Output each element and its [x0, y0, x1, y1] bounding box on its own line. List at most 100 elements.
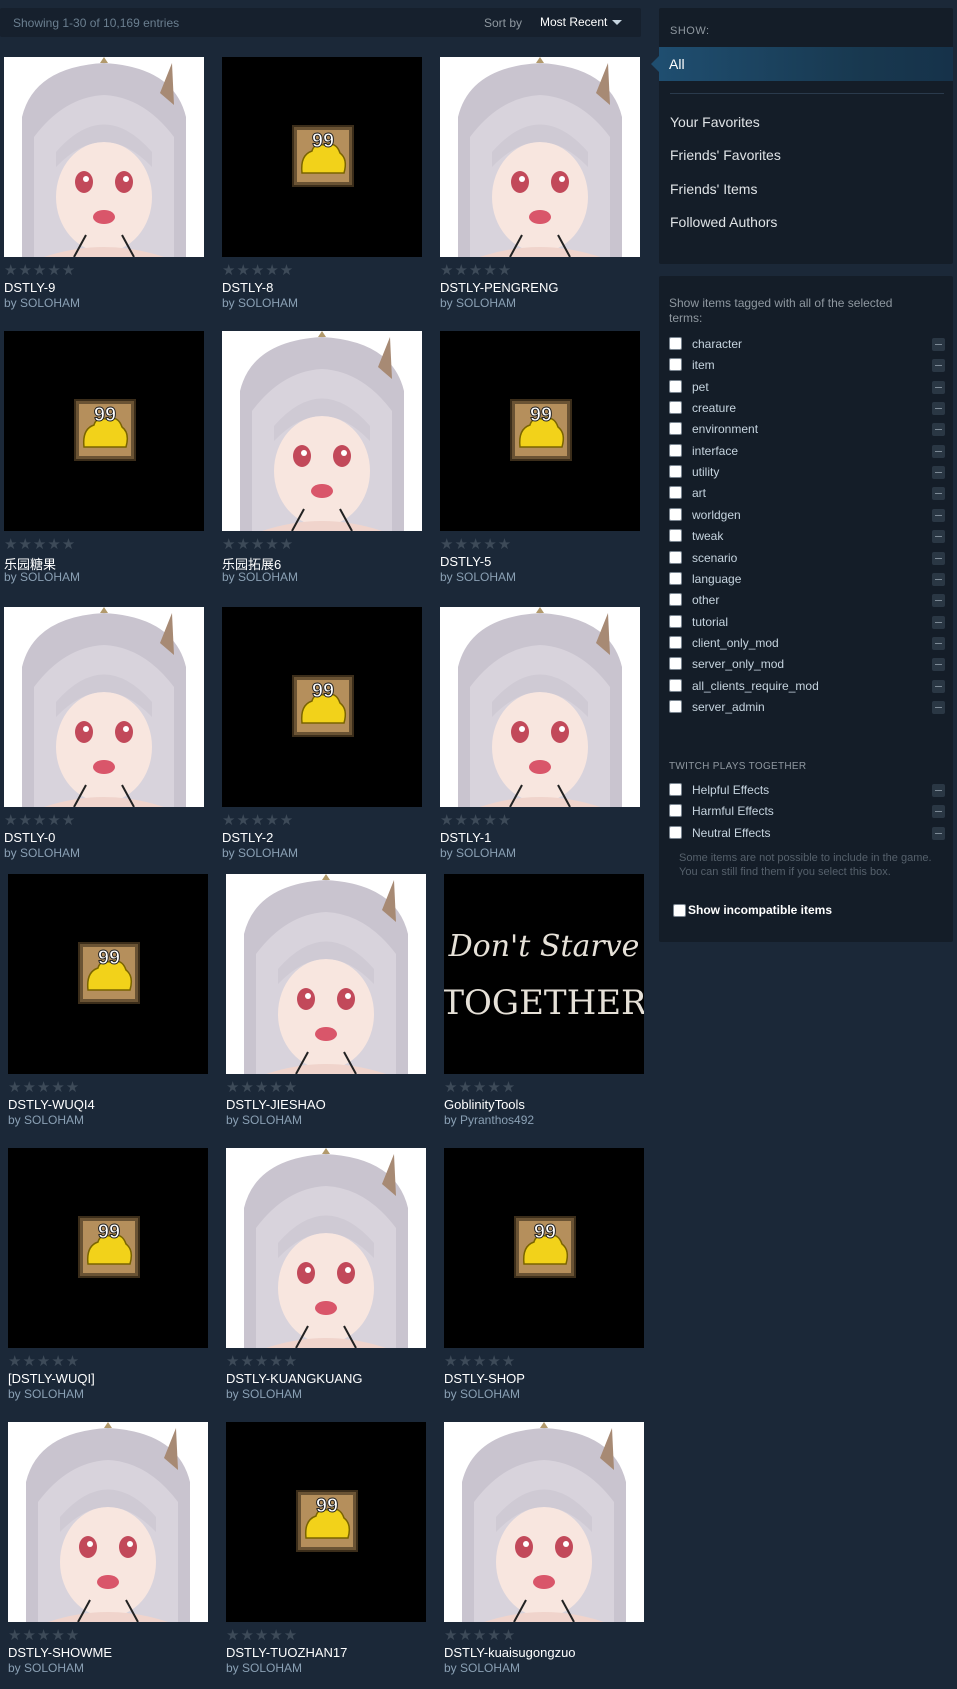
exclude-tag-icon[interactable]: [932, 380, 945, 394]
item-title[interactable]: DSTLY-8: [222, 280, 273, 295]
item-title[interactable]: [DSTLY-WUQI]: [8, 1371, 95, 1386]
item-thumbnail[interactable]: 99: [222, 57, 422, 257]
item-thumbnail[interactable]: 99: [226, 1422, 426, 1622]
exclude-tag-icon[interactable]: [932, 423, 945, 437]
workshop-item[interactable]: ★★★★★ DSTLY-SHOWME by SOLOHAM: [4, 1422, 214, 1687]
exclude-tag-icon[interactable]: [932, 679, 945, 693]
tag-label[interactable]: art: [692, 486, 706, 500]
exclude-tag-icon[interactable]: [932, 530, 945, 544]
workshop-item[interactable]: 99 ★★★★★ DSTLY-8 by SOLOHAM: [218, 57, 428, 322]
item-author[interactable]: by SOLOHAM: [8, 1113, 84, 1127]
workshop-item[interactable]: 99 ★★★★★ DSTLY-WUQI4 by SOLOHAM: [4, 874, 214, 1139]
filter-friends-favorites[interactable]: Friends' Favorites: [670, 147, 781, 163]
item-thumbnail[interactable]: 99: [8, 874, 208, 1074]
tag-checkbox[interactable]: [669, 825, 682, 839]
tag-filter-server-admin[interactable]: server_admin: [669, 697, 945, 717]
workshop-item[interactable]: ★★★★★ DSTLY-KUANGKUANG by SOLOHAM: [222, 1148, 432, 1413]
item-author[interactable]: by SOLOHAM: [226, 1113, 302, 1127]
exclude-tag-icon[interactable]: [932, 444, 945, 458]
workshop-item[interactable]: 99 ★★★★★ DSTLY-SHOP by SOLOHAM: [440, 1148, 650, 1413]
tag-label[interactable]: Helpful Effects: [692, 783, 769, 797]
tag-filter-character[interactable]: character: [669, 334, 945, 354]
tag-checkbox[interactable]: [669, 358, 682, 372]
item-author[interactable]: by SOLOHAM: [440, 296, 516, 310]
tag-checkbox[interactable]: [669, 337, 682, 350]
tag-label[interactable]: creature: [692, 401, 736, 415]
item-author[interactable]: by SOLOHAM: [8, 1387, 84, 1401]
tag-filter-utility[interactable]: utility: [669, 462, 945, 482]
item-author[interactable]: by SOLOHAM: [4, 296, 80, 310]
exclude-tag-icon[interactable]: [932, 658, 945, 672]
workshop-item[interactable]: ★★★★★ DSTLY-1 by SOLOHAM: [436, 607, 646, 872]
tag-label[interactable]: character: [692, 337, 742, 351]
item-author[interactable]: by SOLOHAM: [222, 846, 298, 860]
item-author[interactable]: by SOLOHAM: [440, 846, 516, 860]
workshop-item[interactable]: ★★★★★ DSTLY-kuaisugongzuo by SOLOHAM: [440, 1422, 650, 1687]
exclude-tag-icon[interactable]: [932, 466, 945, 480]
show-incompatible-label[interactable]: Show incompatible items: [688, 903, 832, 917]
tag-filter-environment[interactable]: environment: [669, 419, 945, 439]
item-thumbnail[interactable]: [440, 607, 640, 807]
item-title[interactable]: DSTLY-SHOWME: [8, 1645, 112, 1660]
exclude-tag-icon[interactable]: [932, 700, 945, 714]
tag-label[interactable]: scenario: [692, 551, 737, 565]
item-author[interactable]: by SOLOHAM: [222, 296, 298, 310]
tag-label[interactable]: tweak: [692, 529, 723, 543]
item-thumbnail[interactable]: [440, 57, 640, 257]
item-thumbnail[interactable]: 99: [444, 1148, 644, 1348]
tag-label[interactable]: client_only_mod: [692, 636, 779, 650]
item-author[interactable]: by SOLOHAM: [226, 1387, 302, 1401]
item-title[interactable]: DSTLY-WUQI4: [8, 1097, 95, 1112]
item-thumbnail[interactable]: [226, 1148, 426, 1348]
workshop-item[interactable]: 99 ★★★★★ DSTLY-5 by SOLOHAM: [436, 331, 646, 596]
item-author[interactable]: by SOLOHAM: [444, 1387, 520, 1401]
item-author[interactable]: by SOLOHAM: [444, 1661, 520, 1675]
item-title[interactable]: DSTLY-kuaisugongzuo: [444, 1645, 576, 1660]
filter-all-button[interactable]: All: [651, 47, 953, 81]
item-thumbnail[interactable]: 99: [222, 607, 422, 807]
tag-checkbox[interactable]: [669, 614, 682, 628]
show-incompatible-toggle[interactable]: Show incompatible items: [673, 902, 943, 920]
tag-checkbox[interactable]: [669, 593, 682, 607]
tag-filter-tweak[interactable]: tweak: [669, 526, 945, 546]
tag-checkbox[interactable]: [669, 657, 682, 671]
tag-filter-client-only-mod[interactable]: client_only_mod: [669, 633, 945, 653]
tag-filter-worldgen[interactable]: worldgen: [669, 505, 945, 525]
workshop-item[interactable]: ★★★★★ DSTLY-PENGRENG by SOLOHAM: [436, 57, 646, 322]
item-author[interactable]: by SOLOHAM: [8, 1661, 84, 1675]
tag-checkbox[interactable]: [669, 699, 682, 713]
tag-checkbox[interactable]: [669, 529, 682, 543]
tag-checkbox[interactable]: [669, 379, 682, 393]
tag-label[interactable]: Neutral Effects: [692, 826, 770, 840]
item-author[interactable]: by SOLOHAM: [440, 570, 516, 584]
tag-filter-creature[interactable]: creature: [669, 398, 945, 418]
item-title[interactable]: DSTLY-1: [440, 830, 491, 845]
show-incompatible-checkbox[interactable]: [673, 904, 686, 917]
tag-label[interactable]: worldgen: [692, 508, 741, 522]
workshop-item[interactable]: 99 ★★★★★ 乐园糖果 by SOLOHAM: [0, 331, 210, 596]
exclude-tag-icon[interactable]: [932, 487, 945, 501]
tag-label[interactable]: pet: [692, 380, 709, 394]
workshop-item[interactable]: 99 ★★★★★ [DSTLY-WUQI] by SOLOHAM: [4, 1148, 214, 1413]
item-author[interactable]: by SOLOHAM: [4, 570, 80, 584]
filter-your-favorites[interactable]: Your Favorites: [670, 114, 760, 130]
tag-checkbox[interactable]: [669, 422, 682, 436]
tag-label[interactable]: utility: [692, 465, 719, 479]
tag-filter-all-clients-require-mod[interactable]: all_clients_require_mod: [669, 676, 945, 696]
item-title[interactable]: DSTLY-9: [4, 280, 55, 295]
tag-checkbox[interactable]: [669, 635, 682, 649]
exclude-tag-icon[interactable]: [932, 338, 945, 351]
tag-filter-server-only-mod[interactable]: server_only_mod: [669, 654, 945, 674]
tag-label[interactable]: language: [692, 572, 741, 586]
tag-label[interactable]: server_admin: [692, 700, 765, 714]
exclude-tag-icon[interactable]: [932, 572, 945, 586]
tag-checkbox[interactable]: [669, 465, 682, 479]
tag-checkbox[interactable]: [669, 804, 682, 818]
exclude-tag-icon[interactable]: [932, 784, 945, 797]
tag-checkbox[interactable]: [669, 486, 682, 500]
item-title[interactable]: GoblinityTools: [444, 1097, 525, 1112]
item-thumbnail[interactable]: [4, 57, 204, 257]
tag-checkbox[interactable]: [669, 550, 682, 564]
item-title[interactable]: DSTLY-2: [222, 830, 273, 845]
tag-filter-neutral-effects[interactable]: Neutral Effects: [669, 823, 945, 843]
